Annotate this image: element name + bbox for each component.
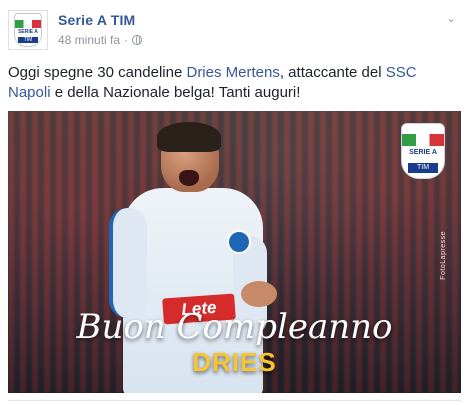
player-mouth [179, 170, 199, 186]
chevron-down-icon[interactable]: ⌄ [445, 12, 457, 25]
post-text-part: , attaccante del [279, 64, 386, 81]
logo-sub: TIM [18, 37, 38, 43]
post-text-part: Oggi spegne 30 candeline [8, 64, 187, 81]
serie-a-logo-icon: SERIE A TIM [14, 13, 42, 47]
birthday-headline: Buon Compleanno [76, 307, 393, 347]
globe-icon[interactable] [132, 35, 143, 45]
corner-logo-sub: TIM [408, 163, 438, 173]
post-image[interactable]: Lete SERIE A TIM FotoLapresse Buon Compl… [8, 111, 461, 393]
mention-dries-mertens[interactable]: Dries Mertens [186, 64, 279, 81]
post-timestamp[interactable]: 48 minuti fa [58, 33, 120, 47]
post-meta: 48 minuti fa · [58, 33, 143, 47]
meta-separator: · [124, 33, 129, 47]
photo-credit: FotoLapresse [440, 231, 447, 280]
jersey-left-sleeve [109, 208, 147, 318]
facebook-post: SERIE A TIM Serie A TIM 48 minuti fa · ⌄… [0, 0, 467, 405]
page-avatar[interactable]: SERIE A TIM [8, 10, 48, 50]
player-name-overlay: DRIES [192, 347, 277, 377]
club-badge-icon [227, 230, 251, 254]
page-name-link[interactable]: Serie A TIM [58, 12, 135, 28]
post-divider [8, 400, 461, 401]
logo-text: SERIE A [18, 29, 38, 35]
post-text: Oggi spegne 30 candeline Dries Mertens, … [8, 63, 460, 103]
post-text-part: e della Nazionale belga! Tanti auguri! [50, 84, 301, 101]
player-hair [157, 122, 221, 152]
corner-logo-text: SERIE A [409, 149, 437, 156]
serie-a-corner-logo-icon: SERIE A TIM [401, 123, 445, 179]
player-hand [241, 281, 277, 307]
